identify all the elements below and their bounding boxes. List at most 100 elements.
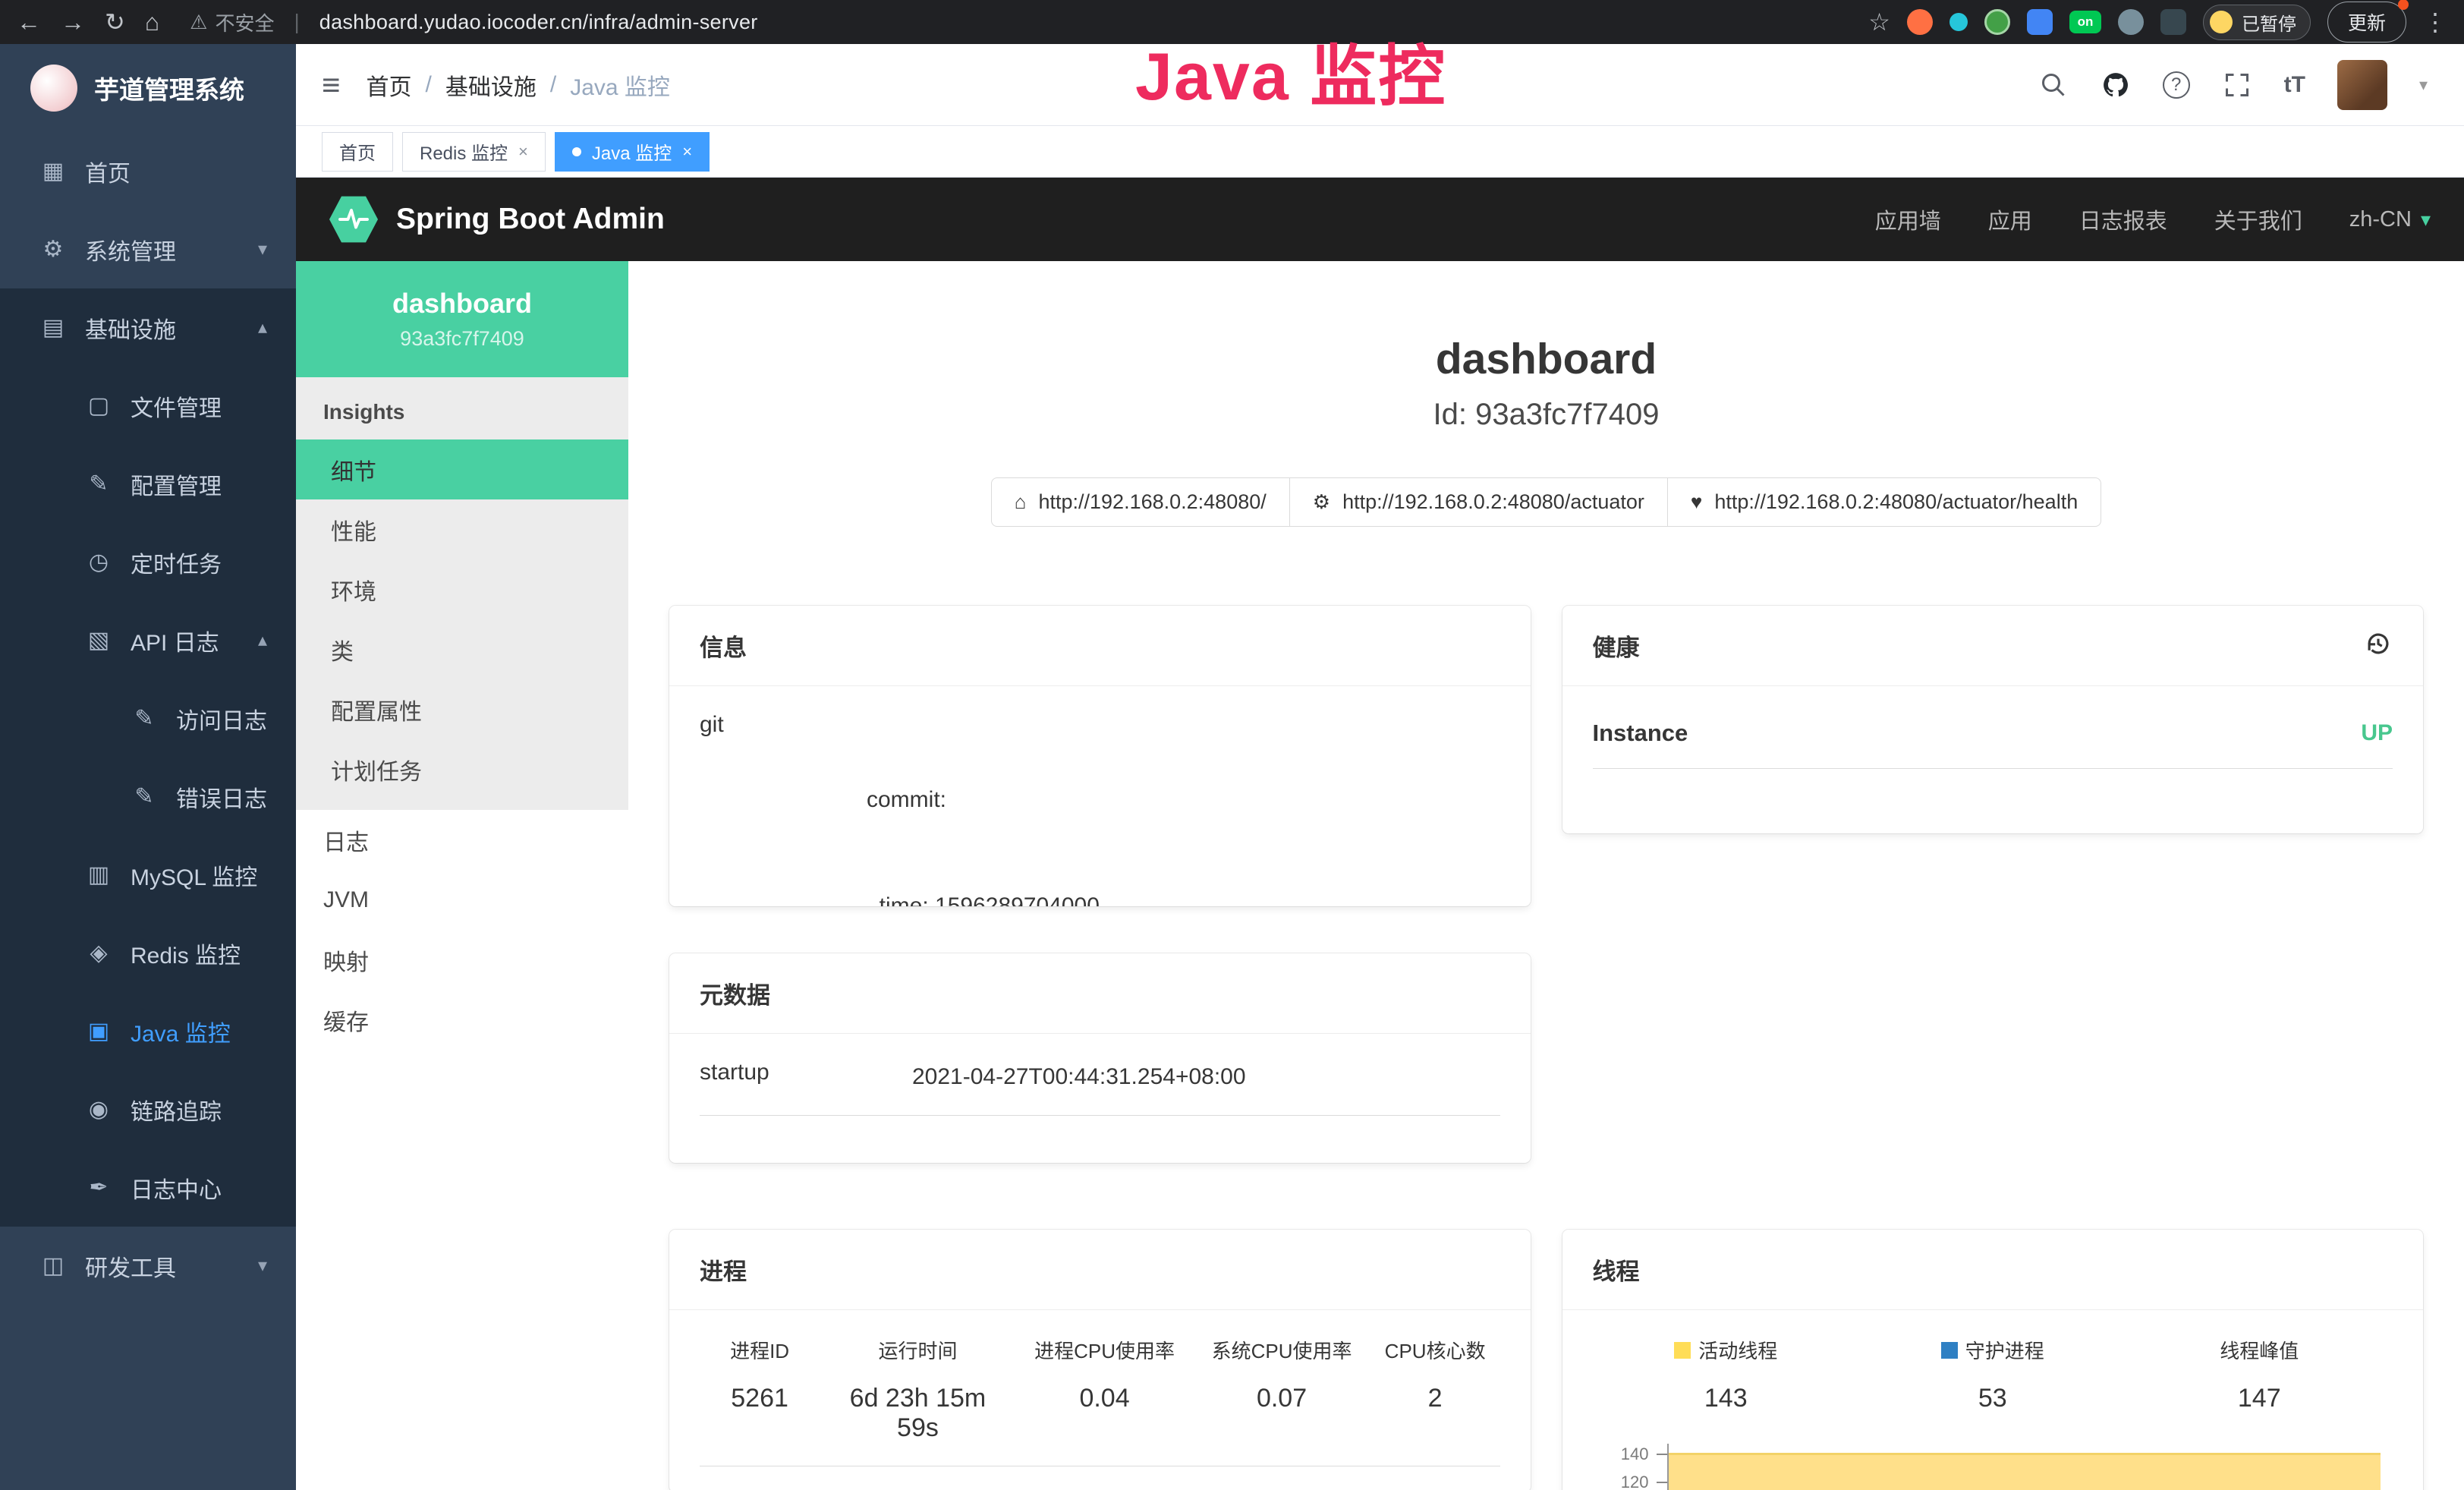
info-card-header: 信息 (669, 606, 1531, 686)
help-icon[interactable]: ? (2163, 71, 2190, 99)
font-size-icon[interactable]: tT (2284, 72, 2305, 98)
main-content: dashboard Id: 93a3fc7f7409 ⌂ http://192.… (628, 261, 2464, 1490)
screen: ← → ↻ ⌂ ⚠ 不安全 | dashboard.yudao.iocoder.… (0, 0, 2464, 1490)
instance-header[interactable]: dashboard 93a3fc7f7409 (296, 261, 628, 377)
paused-badge[interactable]: 已暂停 (2203, 5, 2311, 40)
threads-card-header: 线程 (1562, 1230, 2424, 1310)
gear-icon: ⚙ (39, 236, 67, 263)
breadcrumb-infrastructure[interactable]: 基础设施 (445, 68, 537, 102)
health-url-link[interactable]: ♥ http://192.168.0.2:48080/actuator/heal… (1667, 477, 2101, 527)
extension-on-badge[interactable]: on (2069, 11, 2101, 33)
live-threads-area (1669, 1453, 2381, 1490)
instance-menu-environment[interactable]: 环境 (296, 559, 628, 619)
instance-menu-scheduled-tasks[interactable]: 计划任务 (296, 739, 628, 799)
legend-value: 143 (1593, 1384, 1860, 1413)
paused-label: 已暂停 (2242, 9, 2296, 36)
sba-nav-applications[interactable]: 应用 (1988, 203, 2032, 235)
github-icon[interactable] (2101, 70, 2131, 100)
instance-menu-caches[interactable]: 缓存 (296, 990, 628, 1050)
update-notification-dot (2398, 0, 2409, 10)
sba-nav-wallboard[interactable]: 应用墙 (1875, 203, 1941, 235)
page-title: dashboard (628, 334, 2464, 384)
sidebar-item-config-management[interactable]: ✎ 配置管理 (0, 445, 296, 523)
browser-menu-icon[interactable]: ⋮ (2423, 8, 2447, 36)
instance-menu-jvm[interactable]: JVM (296, 870, 628, 930)
sidebar-item-mysql-monitor[interactable]: ▥ MySQL 监控 (0, 836, 296, 914)
extension-fox-icon[interactable] (1907, 9, 1933, 35)
metadata-key: startup (700, 1060, 912, 1095)
git-time-line: time: 1596289704000 (867, 889, 1500, 907)
insights-group: Insights 细节 性能 环境 类 配置属性 计划任务 (296, 377, 628, 810)
avatar-caret-icon[interactable]: ▾ (2419, 75, 2428, 95)
instance-menu-logs[interactable]: 日志 (296, 810, 628, 870)
update-button[interactable]: 更新 (2327, 2, 2406, 43)
access-log-icon: ✎ (131, 705, 158, 732)
sidebar-item-infrastructure[interactable]: ▤ 基础设施 ▴ (0, 288, 296, 367)
service-url: http://192.168.0.2:48080/ (1038, 490, 1266, 514)
sidebar-item-redis-monitor[interactable]: ◈ Redis 监控 (0, 914, 296, 992)
threads-card-body: 活动线程 143 守护进程 53 (1562, 1310, 2424, 1490)
sidebar-item-system-management[interactable]: ⚙ 系统管理 ▾ (0, 210, 296, 288)
address-bar[interactable]: dashboard.yudao.iocoder.cn/infra/admin-s… (319, 11, 758, 34)
reload-icon[interactable]: ↻ (105, 8, 125, 36)
instance-menu-performance[interactable]: 性能 (296, 499, 628, 559)
instance-menu-details[interactable]: 细节 (296, 439, 628, 499)
sidebar-item-scheduled-tasks[interactable]: ◷ 定时任务 (0, 523, 296, 601)
process-card: 进程 进程ID 5261 运行时间 6d 23h 15m 59s (669, 1230, 1531, 1490)
breadcrumb-home[interactable]: 首页 (367, 68, 412, 102)
sba-nav-about[interactable]: 关于我们 (2214, 203, 2302, 235)
threads-legend: 活动线程 143 守护进程 53 (1593, 1336, 2393, 1413)
extension-green-icon[interactable] (1984, 9, 2010, 35)
search-icon[interactable] (2038, 70, 2069, 100)
health-instance-label: Instance (1593, 720, 1688, 747)
health-url: http://192.168.0.2:48080/actuator/health (1714, 490, 2078, 514)
update-label: 更新 (2348, 13, 2386, 34)
tag-home[interactable]: 首页 (322, 132, 393, 172)
sidebar-item-api-logs[interactable]: ▧ API 日志 ▴ (0, 601, 296, 679)
instance-menu-classes[interactable]: 类 (296, 619, 628, 679)
process-card-title: 进程 (700, 1252, 747, 1287)
instance-menu-config-props[interactable]: 配置属性 (296, 679, 628, 739)
sidebar-item-file-management[interactable]: ▢ 文件管理 (0, 367, 296, 445)
back-icon[interactable]: ← (17, 8, 41, 36)
chevron-down-icon: ▾ (258, 1255, 267, 1277)
sidebar-item-home[interactable]: ▦ 首页 (0, 132, 296, 210)
sidebar-item-error-logs[interactable]: ✎ 错误日志 (0, 758, 296, 836)
process-header: 进程ID (707, 1336, 812, 1364)
sidebar-item-access-logs[interactable]: ✎ 访问日志 (0, 679, 296, 758)
forward-icon[interactable]: → (61, 8, 85, 36)
history-icon[interactable] (2364, 629, 2393, 662)
home-icon[interactable]: ⌂ (145, 8, 159, 36)
sidebar-item-trace[interactable]: ◉ 链路追踪 (0, 1070, 296, 1148)
security-warning-label: 不安全 (215, 8, 274, 36)
extension-puzzle-icon[interactable] (2160, 9, 2186, 35)
sidebar-item-log-center[interactable]: ✒ 日志中心 (0, 1148, 296, 1227)
tag-redis-monitor[interactable]: Redis 监控 × (402, 132, 546, 172)
extension-leaf-icon[interactable] (2118, 9, 2144, 35)
sidebar-fold-icon[interactable]: ≡ (322, 67, 341, 103)
sidebar-item-dev-tools[interactable]: ◫ 研发工具 ▾ (0, 1227, 296, 1305)
close-icon[interactable]: × (682, 142, 692, 162)
user-avatar[interactable] (2337, 60, 2387, 110)
tag-java-monitor[interactable]: Java 监控 × (555, 132, 710, 172)
metadata-card-title: 元数据 (700, 976, 770, 1010)
heartbeat-icon: ♥ (1691, 490, 1702, 514)
process-value: 5261 (707, 1384, 812, 1413)
sba-brand-title[interactable]: Spring Boot Admin (396, 203, 665, 236)
service-url-link[interactable]: ⌂ http://192.168.0.2:48080/ (991, 477, 1290, 527)
extension-grid-icon[interactable] (2027, 9, 2053, 35)
bookmark-star-icon[interactable]: ☆ (1868, 8, 1890, 36)
locale-selector[interactable]: zh-CN ▾ (2349, 207, 2431, 232)
close-icon[interactable]: × (518, 142, 528, 162)
app-logo[interactable]: 芋道管理系统 (0, 44, 296, 132)
log-center-icon: ✒ (85, 1174, 112, 1201)
instance-menu-mappings[interactable]: 映射 (296, 930, 628, 990)
sidebar-item-java-monitor[interactable]: ▣ Java 监控 (0, 992, 296, 1070)
actuator-url-link[interactable]: ⚙ http://192.168.0.2:48080/actuator (1289, 477, 1668, 527)
security-warning[interactable]: ⚠ 不安全 (190, 8, 274, 36)
instance-links: ⌂ http://192.168.0.2:48080/ ⚙ http://192… (628, 477, 2464, 527)
sba-nav-journal[interactable]: 日志报表 (2079, 203, 2167, 235)
extension-drop-icon[interactable] (1949, 13, 1968, 31)
fullscreen-icon[interactable] (2222, 70, 2252, 100)
sba-logo-icon[interactable] (329, 194, 378, 244)
